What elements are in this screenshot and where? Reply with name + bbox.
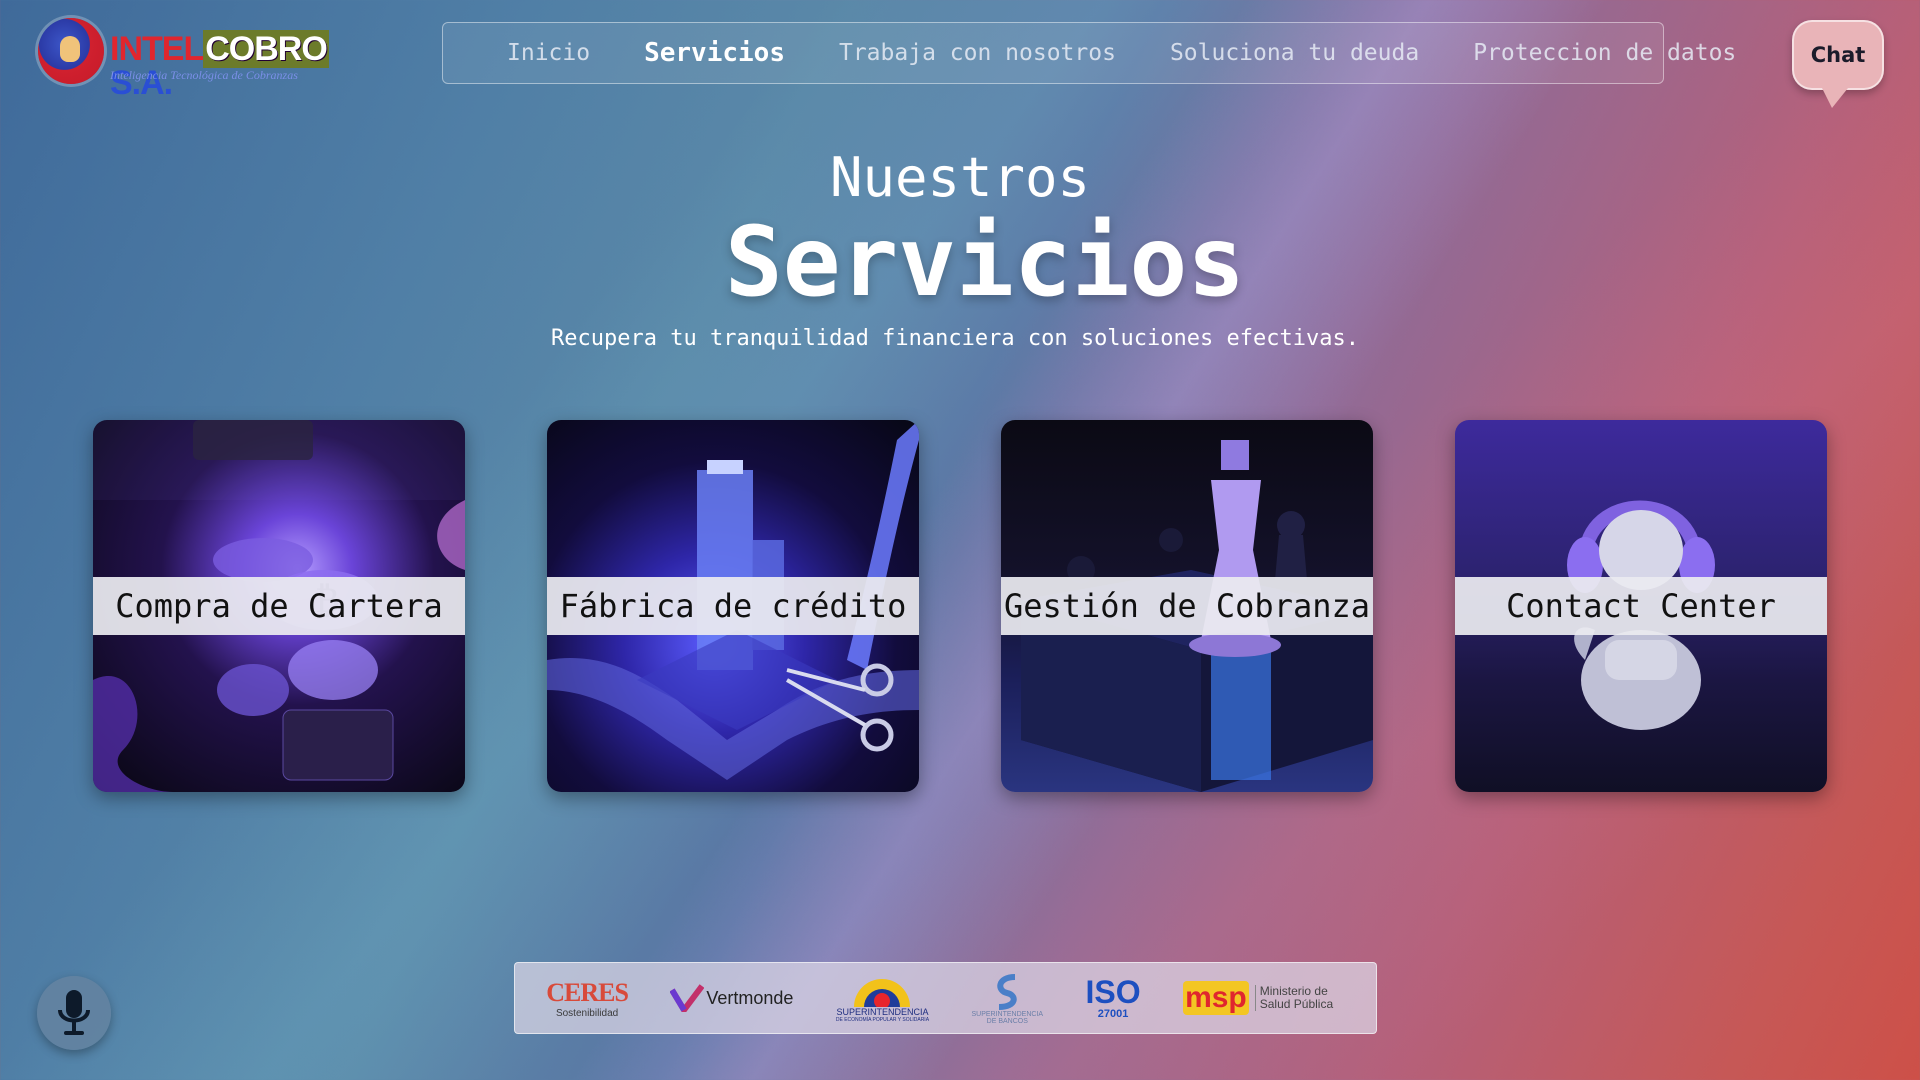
main-nav: Inicio Servicios Trabaja con nosotros So… xyxy=(442,22,1736,84)
service-card-fabrica[interactable]: Fábrica de crédito xyxy=(547,420,919,792)
service-card-compra[interactable]: ₿ Compra de Cartera xyxy=(93,420,465,792)
partner-iso-logo[interactable]: ISO 27001 xyxy=(1086,976,1141,1020)
vertmonde-mark-icon xyxy=(670,984,705,1012)
headset-badge-icon xyxy=(38,18,104,84)
nav-item-servicios[interactable]: Servicios xyxy=(644,38,785,68)
microphone-button[interactable] xyxy=(37,976,111,1050)
partners-strip: CERES Sostenibilidad Vertmonde SUPERINTE… xyxy=(514,962,1377,1034)
partner-msp-logo[interactable]: msp Ministerio de Salud Pública xyxy=(1183,981,1345,1015)
card-label: Contact Center xyxy=(1455,577,1827,635)
page-title: Servicios xyxy=(724,206,1246,318)
seps-sun-icon xyxy=(854,979,911,1007)
service-card-gestion[interactable]: Gestión de Cobranza xyxy=(1001,420,1373,792)
hero-eyebrow: Nuestros xyxy=(829,146,1091,209)
microphone-icon xyxy=(58,990,90,1035)
partner-seps-logo[interactable]: SUPERINTENDENCIA DE ECONOMÍA POPULAR Y S… xyxy=(836,973,929,1023)
nav-item-soluciona[interactable]: Soluciona tu deuda xyxy=(1170,40,1419,66)
nav-item-inicio[interactable]: Inicio xyxy=(507,40,590,66)
brand-tagline: Inteligencia Tecnológica de Cobranzas xyxy=(110,68,298,82)
brand-logo[interactable]: INTELCOBRO S.A. Inteligencia Tecnológica… xyxy=(38,16,329,100)
superbancos-s-icon xyxy=(997,974,1017,1010)
card-label: Compra de Cartera xyxy=(93,577,465,635)
chat-button[interactable]: Chat xyxy=(1792,20,1884,108)
nav-item-trabaja[interactable]: Trabaja con nosotros xyxy=(839,40,1116,66)
card-label: Gestión de Cobranza xyxy=(1001,577,1373,635)
service-card-contact[interactable]: Contact Center xyxy=(1455,420,1827,792)
partner-vertmonde-logo[interactable]: Vertmonde xyxy=(670,984,793,1012)
nav-item-proteccion[interactable]: Proteccion de datos xyxy=(1473,40,1736,66)
hero-subtitle: Recupera tu tranquilidad financiera con … xyxy=(551,326,1359,351)
partner-ceres-logo[interactable]: CERES Sostenibilidad xyxy=(546,978,629,1019)
partner-superbancos-logo[interactable]: SUPERINTENDENCIA DE BANCOS xyxy=(971,971,1043,1025)
brand-wordmark: INTELCOBRO S.A. xyxy=(110,30,329,102)
card-label: Fábrica de crédito xyxy=(547,577,919,635)
